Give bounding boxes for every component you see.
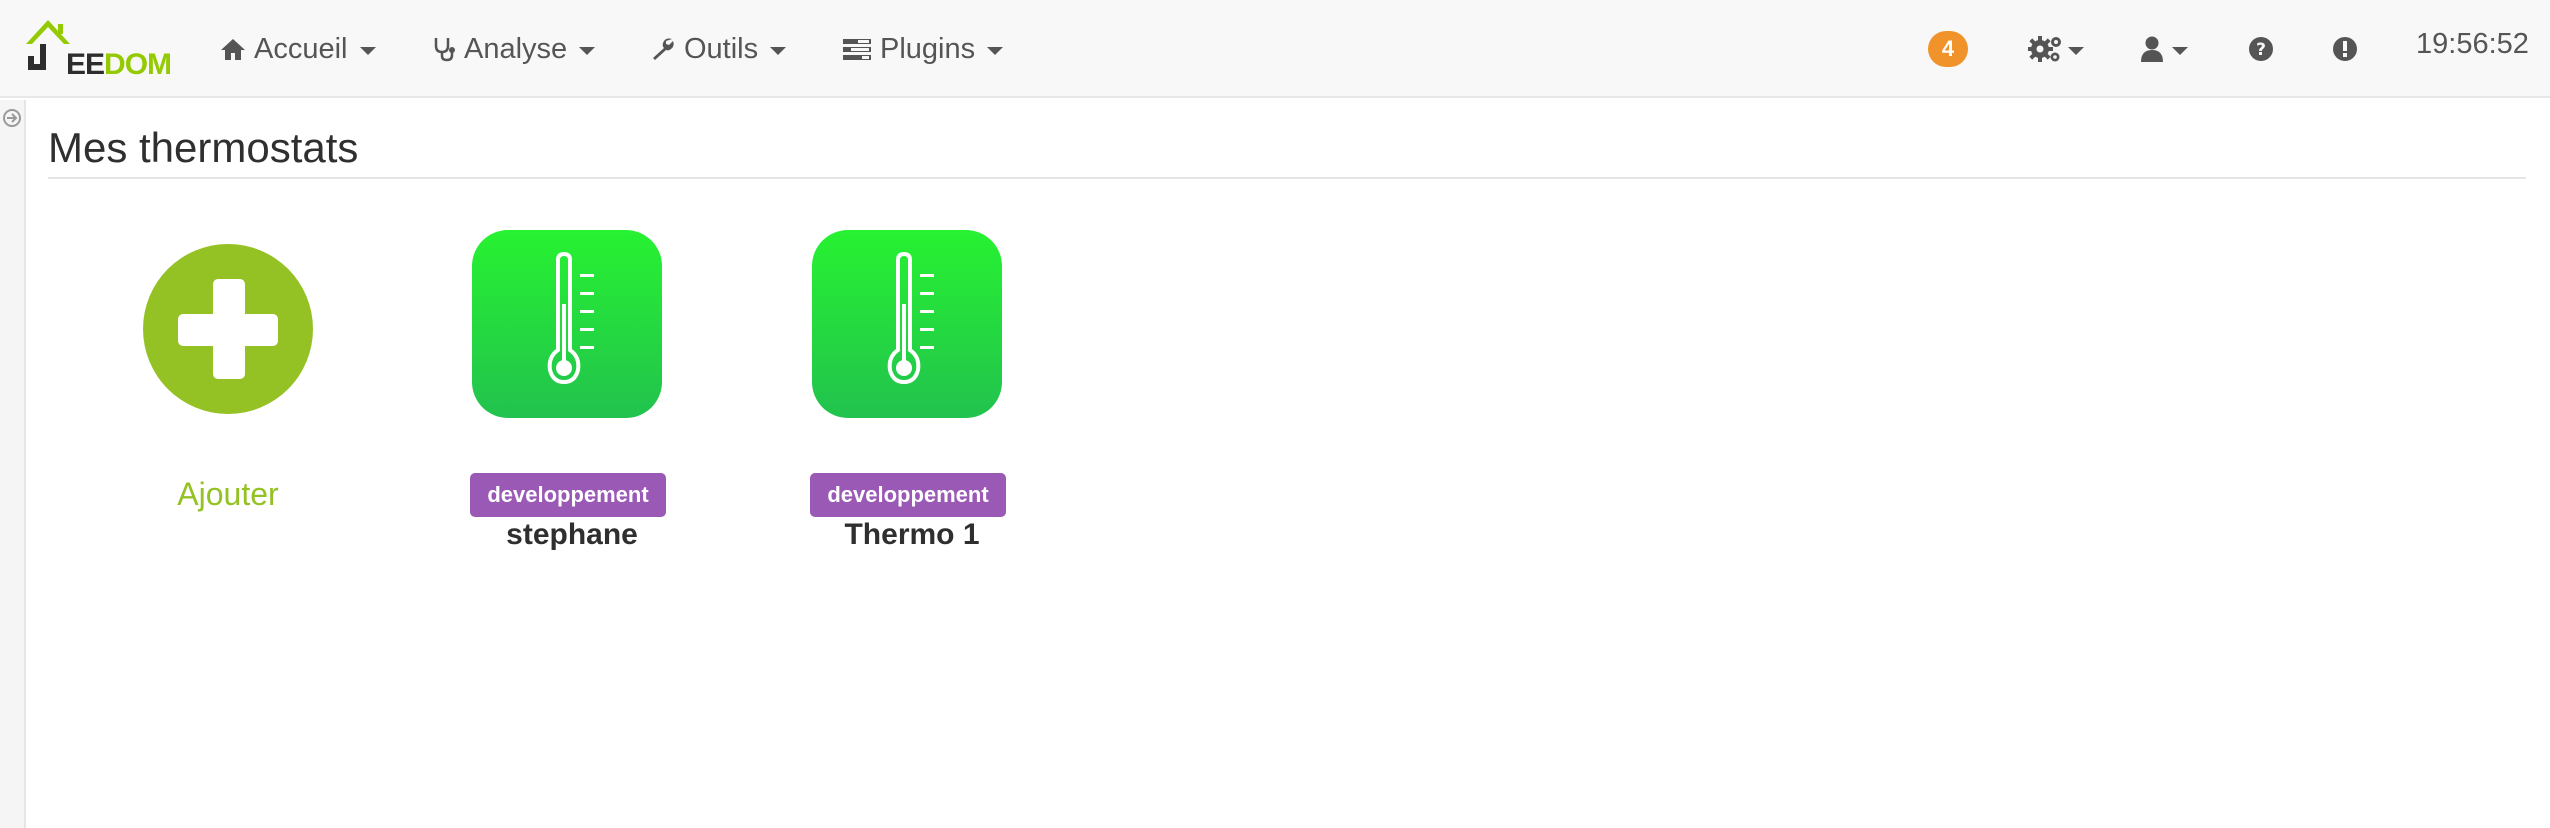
clock: 19:56:52 <box>2416 28 2529 60</box>
object-tag: developpement <box>810 473 1006 517</box>
wrench-icon <box>653 38 674 60</box>
notification-badge[interactable]: 4 <box>1928 31 1968 67</box>
chevron-down-icon <box>579 46 596 55</box>
user-icon <box>2141 36 2163 62</box>
sidebar-toggle-icon[interactable] <box>2 108 22 128</box>
plus-circle-icon[interactable] <box>143 244 313 414</box>
home-icon <box>221 39 245 60</box>
chevron-down-icon <box>2068 46 2084 55</box>
top-navbar: EEDOM Accueil Analyse Outils Plugins 4 ?… <box>0 0 2550 98</box>
nav-accueil[interactable]: Accueil <box>220 28 376 70</box>
nav-analyse-label: Analyse <box>464 32 568 65</box>
title-divider <box>48 177 2526 179</box>
nav-outils-label: Outils <box>684 32 759 65</box>
equipment-name[interactable]: stephane <box>440 518 704 552</box>
question-circle-icon: ? <box>2249 37 2273 61</box>
svg-text:?: ? <box>2256 40 2266 60</box>
gears-icon <box>2028 36 2061 62</box>
thermometer-icon <box>547 251 594 385</box>
sidebar-strip <box>0 100 26 828</box>
logo-text: EEDOM <box>66 48 172 81</box>
chevron-down-icon <box>987 46 1004 55</box>
settings-menu[interactable] <box>2028 32 2084 66</box>
nav-analyse[interactable]: Analyse <box>432 28 596 70</box>
help-button[interactable]: ? <box>2248 32 2274 66</box>
thermostat-tile[interactable] <box>472 230 662 418</box>
nav-plugins-label: Plugins <box>880 32 976 65</box>
exclamation-circle-icon <box>2333 37 2357 61</box>
tasks-icon <box>843 39 871 60</box>
alert-button[interactable] <box>2332 32 2358 66</box>
nav-plugins[interactable]: Plugins <box>842 28 1004 70</box>
equipment-name[interactable]: Thermo 1 <box>780 518 1044 552</box>
page-title: Mes thermostats <box>48 124 359 171</box>
user-menu[interactable] <box>2140 32 2188 66</box>
thermometer-icon <box>887 251 934 385</box>
chevron-down-icon <box>359 46 376 55</box>
thermostat-tile[interactable] <box>812 230 1002 418</box>
stethoscope-icon <box>434 38 455 62</box>
chevron-down-icon <box>2172 46 2188 55</box>
object-tag: developpement <box>470 473 666 517</box>
nav-outils[interactable]: Outils <box>650 28 787 70</box>
jeedom-logo[interactable]: EEDOM <box>22 14 172 84</box>
chevron-down-icon <box>770 46 787 55</box>
add-equipment-label[interactable]: Ajouter <box>120 476 336 513</box>
nav-accueil-label: Accueil <box>254 32 348 65</box>
